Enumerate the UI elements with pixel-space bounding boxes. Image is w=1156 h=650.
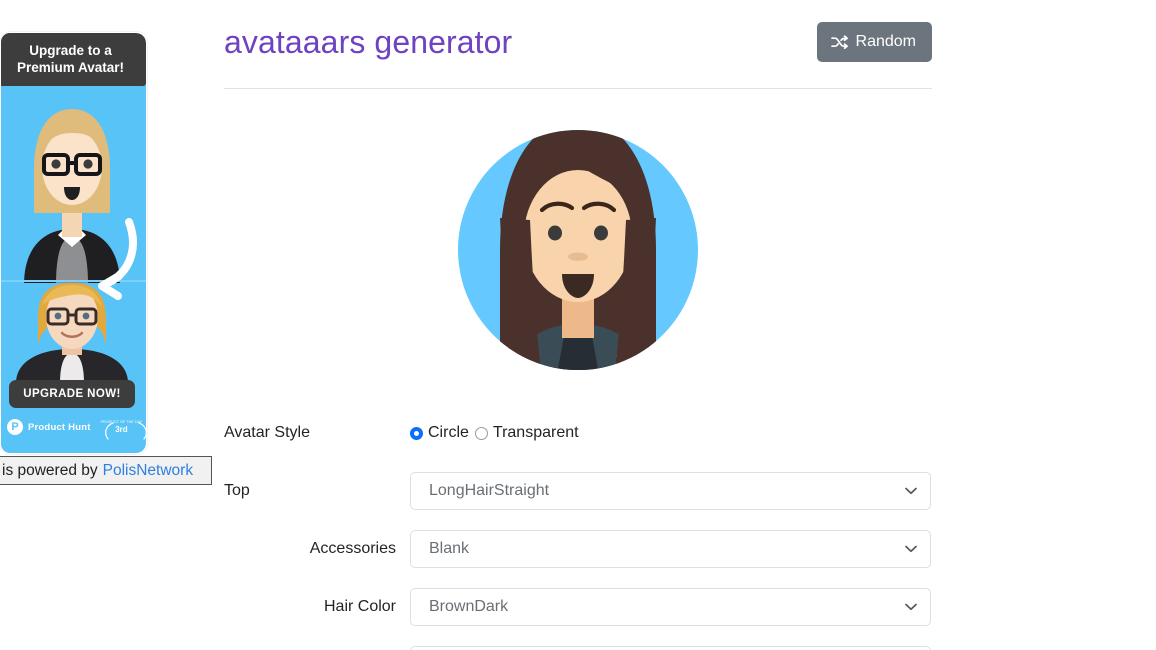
avatar-style-radio-group: Circle Transparent	[410, 424, 579, 442]
radio-transparent-label: Transparent	[492, 424, 579, 441]
avatar-eye-right	[594, 225, 608, 241]
chevron-down-icon	[905, 603, 917, 611]
random-button[interactable]: Random	[816, 22, 932, 62]
radio-option-circle[interactable]: Circle	[410, 424, 469, 442]
facial-hair-select[interactable]: Blank	[410, 646, 931, 650]
top-label: Top	[224, 482, 250, 499]
premium-avatar-ad[interactable]: Upgrade to a Premium Avatar! UPGRADE NOW…	[0, 32, 147, 454]
accessories-select[interactable]: Blank	[410, 530, 931, 568]
avatar-illustration	[458, 130, 698, 370]
avatar-nose	[568, 252, 588, 261]
powered-by-text: is powered by	[2, 461, 98, 479]
polisnetwork-link[interactable]: PolisNetwork	[103, 462, 193, 480]
page-title: avataaars generator	[224, 24, 513, 60]
radio-option-transparent[interactable]: Transparent	[474, 424, 579, 442]
top-select-value: LongHairStraight	[429, 482, 550, 499]
form-row-top: Top LongHairStraight	[224, 472, 932, 510]
avatar-preview	[224, 110, 932, 390]
product-hunt-logo-icon: P	[7, 419, 23, 435]
accessories-label: Accessories	[309, 540, 396, 557]
product-hunt-name: Product Hunt	[28, 421, 91, 433]
ad-arrow-icon	[98, 218, 137, 300]
form-row-avatar-style: Avatar Style Circle Transparent	[224, 418, 932, 448]
radio-circle-indicator[interactable]	[410, 426, 423, 440]
chevron-down-icon	[905, 487, 917, 495]
ad-headline: Upgrade to a Premium Avatar!	[1, 33, 146, 86]
page-header: avataaars generator Random	[224, 0, 932, 74]
header-divider	[224, 88, 932, 89]
form-row-facial-hair: Facial Hair Blank	[224, 646, 932, 650]
product-hunt-row: P Product Hunt PRODUCT OF THE DAY 3rd	[7, 419, 146, 440]
radio-transparent-indicator[interactable]	[474, 426, 488, 440]
form-row-accessories: Accessories Blank	[224, 530, 932, 568]
shuffle-icon	[830, 34, 848, 50]
hair-color-select-value: BrownDark	[429, 598, 509, 615]
top-select[interactable]: LongHairStraight	[410, 472, 931, 510]
avatar-options-form: Avatar Style Circle Transparent Top Long…	[224, 418, 932, 650]
main-content: avataaars generator Random	[224, 0, 932, 74]
chevron-down-icon	[905, 545, 917, 553]
avatar-eye-left	[548, 225, 562, 241]
form-row-hair-color: Hair Color BrownDark	[224, 588, 932, 626]
hair-color-select[interactable]: BrownDark	[410, 588, 931, 626]
product-hunt-badge: PRODUCT OF THE DAY 3rd	[101, 420, 146, 440]
avatar-neck	[562, 296, 594, 338]
ad-inner: Upgrade to a Premium Avatar! UPGRADE NOW…	[1, 33, 146, 453]
page-root: avataaars generator Random Avatar Style …	[0, 0, 1156, 650]
accessories-select-value: Blank	[429, 540, 470, 557]
radio-circle-label: Circle	[428, 424, 469, 441]
avatar-style-label: Avatar Style	[224, 424, 310, 441]
powered-by-bar: is powered by PolisNetwork	[0, 456, 212, 485]
upgrade-now-button[interactable]: UPGRADE NOW!	[9, 380, 135, 408]
random-button-label: Random	[855, 33, 916, 50]
hair-color-label: Hair Color	[323, 598, 396, 615]
